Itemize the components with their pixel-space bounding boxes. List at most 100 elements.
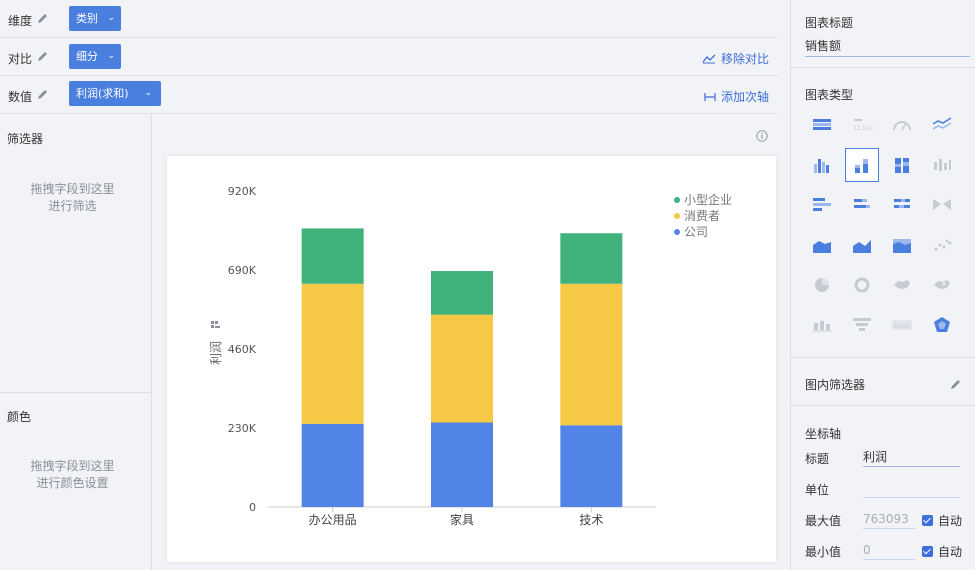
chart-type-radar[interactable]	[925, 308, 959, 342]
funnel-icon	[853, 318, 871, 331]
pie-icon	[815, 278, 829, 292]
filter-hint-2: 进行筛选	[48, 199, 97, 213]
bar-segment[interactable]	[301, 283, 364, 424]
table-icon	[813, 119, 831, 130]
max-auto-checkbox[interactable]: 自动	[922, 512, 962, 529]
chart-type-table[interactable]	[805, 108, 839, 142]
chart-type-scatter[interactable]	[925, 228, 959, 262]
chart-type-map[interactable]	[885, 268, 919, 302]
unit-input[interactable]	[863, 478, 960, 498]
y-tick-label: 230K	[228, 422, 257, 435]
chart-type-gauge[interactable]	[885, 108, 919, 142]
chart-type-butterfly[interactable]	[925, 188, 959, 222]
legend-marker	[674, 213, 680, 219]
chart-type-wordcloud[interactable]: Dolor	[885, 308, 919, 342]
chart-type-funnel[interactable]	[845, 308, 879, 342]
map-bubble-icon	[934, 280, 950, 289]
area-stacked-icon	[853, 240, 871, 253]
max-input[interactable]: 763093	[863, 509, 915, 529]
chart-type-hbar-100[interactable]	[885, 188, 919, 222]
chart-type-stacked-bar[interactable]	[845, 148, 879, 182]
chart-type-label: 图表类型	[805, 88, 854, 102]
field-rows: 维度 类别 ⌄ 对比 细分 ⌄ 移除对比 数值 利润(求和) ⌄ 添加次轴	[0, 0, 777, 114]
max-auto-label: 自动	[938, 514, 963, 528]
gauge-icon	[893, 121, 911, 131]
chevron-down-icon: ⌄	[144, 88, 152, 98]
chart-type-kpi[interactable]: 12,510	[845, 108, 879, 142]
axis-title-input[interactable]: 利润	[863, 447, 960, 467]
min-auto-label: 自动	[938, 545, 963, 559]
left-panel: 筛选器 拖拽字段到这里 进行筛选 颜色 拖拽字段到这里 进行颜色设置	[0, 114, 152, 570]
bar-segment[interactable]	[301, 228, 364, 284]
chart-title-label: 图表标题	[805, 16, 854, 30]
axis-icon	[704, 92, 716, 101]
divider	[791, 357, 975, 358]
dimension-pill[interactable]: 类别 ⌄	[69, 6, 121, 31]
butterfly-icon	[933, 199, 951, 210]
compare-pill[interactable]: 细分 ⌄	[69, 44, 121, 69]
radar-icon	[934, 317, 950, 332]
bar-segment[interactable]	[560, 425, 623, 507]
bar-segment[interactable]	[431, 271, 493, 315]
divider	[0, 392, 152, 393]
bar-segment[interactable]	[431, 422, 493, 507]
pencil-icon[interactable]	[950, 378, 962, 390]
filter-dropzone[interactable]: 拖拽字段到这里 进行筛选	[0, 181, 145, 215]
color-title: 颜色	[7, 410, 32, 424]
dimension-row: 维度 类别 ⌄	[0, 0, 777, 38]
chart-type-area-100[interactable]	[885, 228, 919, 262]
area-icon	[813, 241, 831, 253]
stacked-bar-100-icon	[895, 158, 909, 173]
x-tick-label: 技术	[579, 513, 603, 527]
chart-type-hbar-stacked[interactable]	[845, 188, 879, 222]
min-input[interactable]: 0	[863, 540, 915, 560]
bar-segment[interactable]	[301, 423, 364, 507]
min-label: 最小值	[805, 545, 842, 559]
chart-type-boxplot[interactable]	[805, 308, 839, 342]
chart-type-bar[interactable]	[805, 148, 839, 182]
chart-type-area-stacked[interactable]	[845, 228, 879, 262]
chart-type-area[interactable]	[805, 228, 839, 262]
pencil-icon[interactable]	[37, 12, 49, 24]
bar-segment[interactable]	[560, 283, 623, 426]
axis-settings-icon[interactable]	[211, 321, 220, 328]
divider	[791, 405, 975, 406]
chart-type-hbar[interactable]	[805, 188, 839, 222]
chevron-down-icon: ⌄	[107, 51, 115, 61]
kpi-icon: 12,510	[853, 119, 873, 132]
chart-type-line-multi[interactable]	[925, 108, 959, 142]
line-multi-icon	[932, 117, 952, 130]
boxplot-icon	[813, 321, 831, 332]
chart-type-ring[interactable]	[845, 268, 879, 302]
remove-compare-label: 移除对比	[720, 52, 769, 66]
y-tick-label: 460K	[228, 343, 257, 356]
compare-label: 对比	[8, 52, 33, 66]
y-tick-label: 0	[249, 501, 256, 514]
min-auto-checkbox[interactable]: 自动	[922, 543, 962, 560]
value-pill[interactable]: 利润(求和) ⌄	[69, 81, 161, 106]
remove-compare-button[interactable]: 移除对比	[702, 50, 769, 67]
area-100-icon	[893, 239, 911, 253]
chart-title-input[interactable]: 销售额	[805, 37, 970, 57]
legend-marker	[674, 197, 680, 203]
info-icon[interactable]	[756, 130, 768, 142]
chart-type-stacked-bar-100[interactable]	[885, 148, 919, 182]
chevron-down-icon: ⌄	[107, 13, 115, 23]
chart-type-range-bar[interactable]	[925, 148, 959, 182]
legend-label[interactable]: 消费者	[684, 209, 720, 223]
dimension-label: 维度	[8, 14, 33, 28]
bar-segment[interactable]	[431, 314, 493, 423]
ring-icon	[854, 277, 870, 293]
pencil-icon[interactable]	[37, 50, 49, 62]
remove-compare-icon	[702, 54, 716, 63]
chart-type-pie[interactable]	[805, 268, 839, 302]
chart-type-map-bubble[interactable]	[925, 268, 959, 302]
pencil-icon[interactable]	[37, 88, 49, 100]
chart-area: 0 230K 460K 690K 920K 办公用品 家具 技术 小型企业 消费者 公司 利润	[153, 114, 789, 570]
color-dropzone[interactable]: 拖拽字段到这里 进行颜色设置	[0, 458, 145, 492]
bar-segment[interactable]	[560, 233, 623, 284]
add-secondary-axis-button[interactable]: 添加次轴	[704, 88, 769, 105]
value-row: 数值 利润(求和) ⌄ 添加次轴	[0, 76, 777, 114]
legend-label[interactable]: 小型企业	[684, 192, 732, 207]
legend-label[interactable]: 公司	[684, 225, 708, 239]
